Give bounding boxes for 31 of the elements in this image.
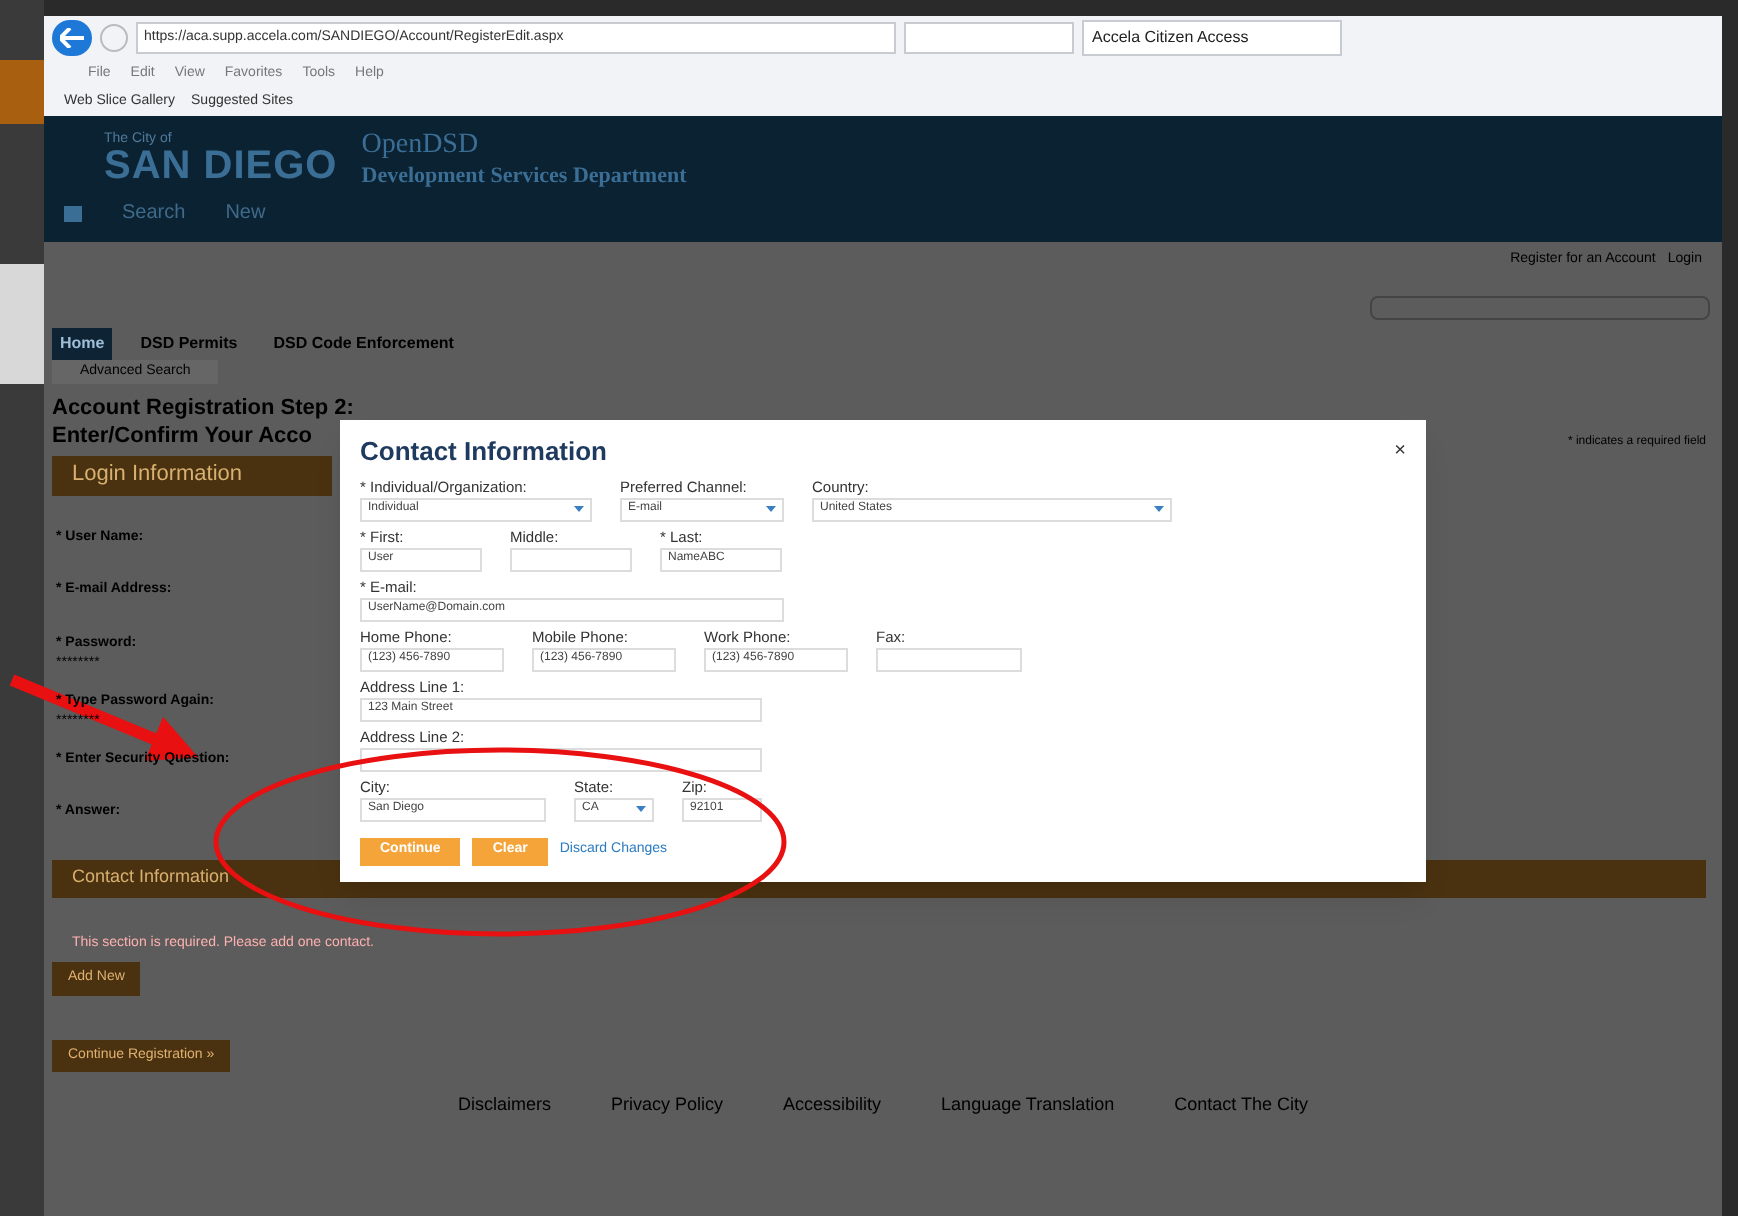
- dialog-title: Contact Information: [360, 434, 607, 470]
- footer-link[interactable]: Disclaimers: [458, 1092, 552, 1119]
- tab[interactable]: DSD Permits: [132, 327, 246, 359]
- footer-link[interactable]: Contact The City: [1174, 1092, 1308, 1119]
- section-title: Login Information: [72, 460, 242, 491]
- city-name: SAN DIEGO: [104, 146, 338, 187]
- input-field[interactable]: [360, 747, 762, 771]
- input-field[interactable]: [510, 547, 632, 571]
- footer-link[interactable]: Language Translation: [941, 1092, 1115, 1119]
- caret-icon: [574, 506, 584, 512]
- department-name: Development Services Department: [361, 163, 687, 191]
- caret-icon: [636, 806, 646, 812]
- caret-icon: [1154, 506, 1164, 512]
- desktop-window-edge: [0, 60, 44, 124]
- caret-icon: [766, 506, 776, 512]
- section-title: Contact Information: [72, 864, 230, 891]
- browser-tab[interactable]: Accela Citizen Access: [1082, 20, 1342, 56]
- forward-button[interactable]: [100, 24, 128, 52]
- tab[interactable]: DSD Code Enforcement: [265, 327, 462, 359]
- input-field[interactable]: [876, 647, 1022, 671]
- back-button[interactable]: [52, 20, 92, 56]
- close-button[interactable]: ×: [1394, 436, 1406, 467]
- footer-link[interactable]: Accessibility: [783, 1092, 882, 1119]
- search-field[interactable]: [1370, 295, 1710, 319]
- page-heading: Account Registration Step 2:: [52, 396, 354, 424]
- desktop-window-edge: [0, 264, 44, 384]
- tab[interactable]: Home: [52, 327, 113, 359]
- back-arrow-icon: [60, 28, 84, 48]
- app-title: OpenDSD: [361, 128, 479, 163]
- page-heading: Enter/Confirm Your Acco: [52, 423, 312, 451]
- footer-link[interactable]: Privacy Policy: [611, 1092, 724, 1119]
